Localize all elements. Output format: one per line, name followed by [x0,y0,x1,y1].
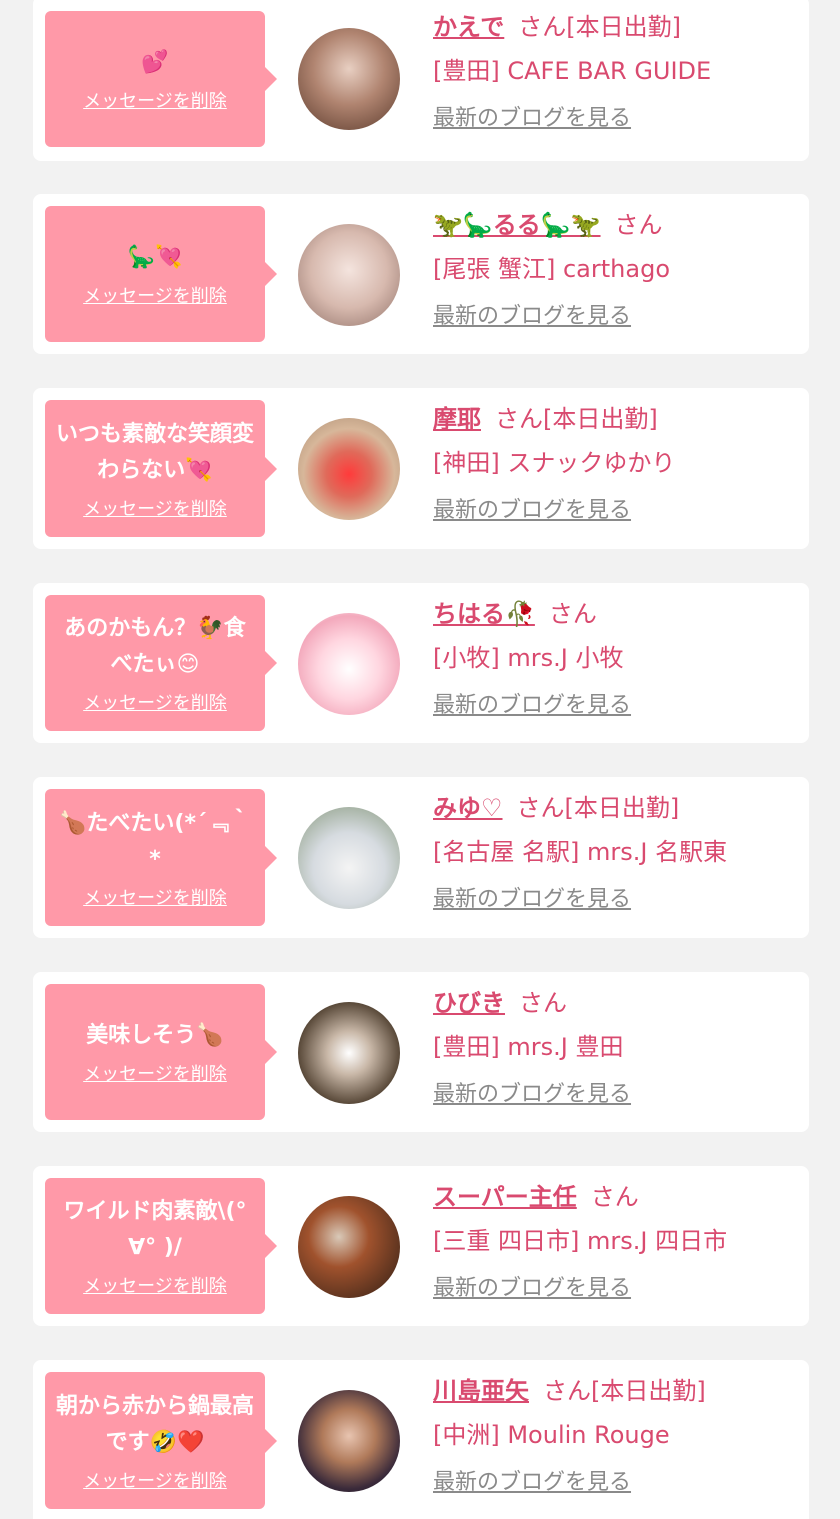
cast-name-link[interactable]: かえで [433,13,504,41]
cast-info: 摩耶 さん[本日出勤] [神田] スナックゆかり 最新のブログを見る [433,402,799,526]
message-text: いつも素敵な笑顔変わらない💘 [55,421,254,483]
cast-info: 川島亜矢 さん[本日出勤] [中洲] Moulin Rouge 最新のブログを見る [433,1374,799,1498]
honorific: さん [590,1183,639,1211]
cast-name-link[interactable]: ひびき [433,989,505,1017]
latest-blog-link[interactable]: 最新のブログを見る [433,1274,631,1304]
message-card: 💕 メッセージを削除 かえで さん[本日出勤] [豊田] CAFE BAR GUI… [33,0,809,161]
delete-message-link[interactable]: メッセージを削除 [83,495,227,521]
cast-name-link[interactable]: 🦖🦕るる🦕🦖 [433,211,601,239]
cast-name-link[interactable]: スーパー主任 [433,1183,577,1211]
avatar[interactable] [298,1196,400,1298]
status-badge: [本日出勤] [543,405,658,433]
honorific: さん [548,600,597,628]
status-badge: [本日出勤] [564,794,680,822]
latest-blog-link[interactable]: 最新のブログを見る [433,691,631,721]
message-text: ワイルド肉素敵\(°∀° )/ [63,1199,247,1260]
message-card: ワイルド肉素敵\(°∀° )/ メッセージを削除 スーパー主任 さん [三重 四日… [33,1166,809,1326]
message-text: 美味しそう🍗 [86,1023,224,1048]
honorific: さん [518,13,567,41]
delete-message-link[interactable]: メッセージを削除 [83,1272,227,1298]
delete-message-link[interactable]: メッセージを削除 [83,1467,227,1493]
message-card: 🍗たべたい(*´﹃｀* メッセージを削除 みゆ♡ さん[本日出勤] [名古屋 名駅… [33,777,809,938]
cast-info: ちはる🥀 さん [小牧] mrs.J 小牧 最新のブログを見る [433,597,799,721]
latest-blog-link[interactable]: 最新のブログを見る [433,104,631,134]
cast-name-link[interactable]: 川島亜矢 [433,1377,529,1405]
delete-message-link[interactable]: メッセージを削除 [83,282,227,308]
cast-name-link[interactable]: ちはる🥀 [433,600,535,628]
message-bubble: 💕 メッセージを削除 [45,11,277,147]
shop-name: [中洲] Moulin Rouge [433,1421,670,1449]
delete-message-link[interactable]: メッセージを削除 [83,1060,227,1086]
message-bubble: ワイルド肉素敵\(°∀° )/ メッセージを削除 [45,1178,277,1314]
message-card: あのかもん？🐓食べたぃ😊 メッセージを削除 ちはる🥀 さん [小牧] mrs.J … [33,583,809,743]
avatar[interactable] [298,613,400,715]
message-text: あのかもん？🐓食べたぃ😊 [64,616,246,677]
message-text: 🦕💘 [127,245,183,270]
message-card: いつも素敵な笑顔変わらない💘 メッセージを削除 摩耶 さん[本日出勤] [神田] … [33,388,809,549]
honorific: さん [495,405,543,433]
shop-name: [神田] スナックゆかり [433,449,676,477]
cast-info: スーパー主任 さん [三重 四日市] mrs.J 四日市 最新のブログを見る [433,1180,799,1304]
message-card: 朝から赤から鍋最高です🤣❤️ メッセージを削除 川島亜矢 さん[本日出勤] [中洲… [33,1360,809,1519]
avatar[interactable] [298,807,400,909]
message-bubble: 朝から赤から鍋最高です🤣❤️ メッセージを削除 [45,1372,277,1509]
delete-message-link[interactable]: メッセージを削除 [83,87,227,113]
shop-name: [豊田] CAFE BAR GUIDE [433,57,712,85]
latest-blog-link[interactable]: 最新のブログを見る [433,1080,631,1110]
avatar[interactable] [298,224,400,326]
cast-info: ひびき さん [豊田] mrs.J 豊田 最新のブログを見る [433,986,799,1110]
avatar[interactable] [298,1390,400,1492]
avatar[interactable] [298,28,400,130]
message-card: 美味しそう🍗 メッセージを削除 ひびき さん [豊田] mrs.J 豊田 最新のブ… [33,972,809,1132]
honorific: さん [519,989,567,1017]
message-text: 🍗たべたい(*´﹃｀* [59,810,251,872]
delete-message-link[interactable]: メッセージを削除 [83,689,227,715]
message-bubble: いつも素敵な笑顔変わらない💘 メッセージを削除 [45,400,277,537]
cast-info: かえで さん[本日出勤] [豊田] CAFE BAR GUIDE 最新のブログを見… [433,10,799,134]
status-badge: [本日出勤] [591,1377,706,1405]
shop-name: [尾張 蟹江] carthago [433,255,670,283]
message-text: 朝から赤から鍋最高です🤣❤️ [55,1393,254,1455]
message-bubble: 美味しそう🍗 メッセージを削除 [45,984,277,1120]
honorific: さん [516,794,565,822]
cast-name-link[interactable]: みゆ♡ [433,794,503,822]
message-bubble: あのかもん？🐓食べたぃ😊 メッセージを削除 [45,595,277,731]
cast-name-link[interactable]: 摩耶 [433,405,481,433]
status-badge: [本日出勤] [566,13,682,41]
honorific: さん [543,1377,591,1405]
cast-info: 🦖🦕るる🦕🦖 さん [尾張 蟹江] carthago 最新のブログを見る [433,208,799,332]
latest-blog-link[interactable]: 最新のブログを見る [433,1468,631,1498]
shop-name: [小牧] mrs.J 小牧 [433,644,624,672]
avatar[interactable] [298,1002,400,1104]
message-card: 🦕💘 メッセージを削除 🦖🦕るる🦕🦖 さん [尾張 蟹江] carthago 最新… [33,194,809,354]
honorific: さん [614,211,663,239]
shop-name: [名古屋 名駅] mrs.J 名駅東 [433,838,728,866]
message-bubble: 🦕💘 メッセージを削除 [45,206,277,342]
delete-message-link[interactable]: メッセージを削除 [83,884,227,910]
message-text: 💕 [141,50,169,75]
latest-blog-link[interactable]: 最新のブログを見る [433,496,631,526]
latest-blog-link[interactable]: 最新のブログを見る [433,302,631,332]
latest-blog-link[interactable]: 最新のブログを見る [433,885,631,915]
shop-name: [三重 四日市] mrs.J 四日市 [433,1227,728,1255]
avatar[interactable] [298,418,400,520]
message-bubble: 🍗たべたい(*´﹃｀* メッセージを削除 [45,789,277,926]
cast-info: みゆ♡ さん[本日出勤] [名古屋 名駅] mrs.J 名駅東 最新のブログを見る [433,791,799,915]
shop-name: [豊田] mrs.J 豊田 [433,1033,624,1061]
